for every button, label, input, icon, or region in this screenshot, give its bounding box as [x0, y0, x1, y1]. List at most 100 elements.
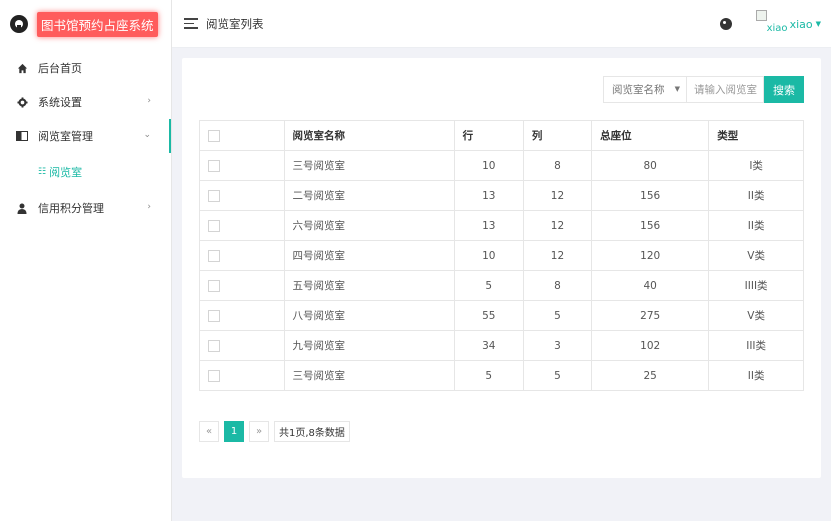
- sidebar-item-credit-mgmt[interactable]: 信用积分管理 ›: [0, 191, 171, 225]
- row-checkbox[interactable]: [208, 249, 220, 262]
- cols-cell: 12: [522, 210, 593, 241]
- sidebar: 图书馆预约占座系统 后台首页 系统设置 › 阅览室管理 ⌄ ☷ 阅览室 信用积分…: [0, 0, 172, 521]
- row-select-cell: [199, 360, 285, 391]
- table-row: 六号阅览室 13 12 156 II类: [199, 210, 804, 241]
- total-seats-cell: 40: [591, 270, 710, 301]
- total-seats-cell: 156: [591, 210, 710, 241]
- type-cell: II类: [708, 360, 804, 391]
- row-checkbox[interactable]: [208, 279, 220, 292]
- type-cell: V类: [708, 240, 804, 271]
- sidebar-item-home[interactable]: 后台首页: [0, 51, 171, 85]
- room-name-cell: 四号阅览室: [283, 240, 455, 271]
- caret-down-icon[interactable]: ▼: [816, 20, 821, 28]
- type-cell: IIII类: [708, 270, 804, 301]
- sidebar-item-label: 阅览室: [49, 166, 83, 179]
- room-name-cell: 八号阅览室: [283, 300, 455, 331]
- sidebar-item-reading-room[interactable]: ☷ 阅览室: [0, 153, 171, 191]
- total-seats-cell: 275: [591, 300, 710, 331]
- type-cell: II类: [708, 180, 804, 211]
- search-button[interactable]: 搜索: [764, 76, 804, 103]
- home-icon: [16, 62, 28, 74]
- rows-cell: 10: [453, 150, 524, 181]
- search-input[interactable]: [686, 76, 764, 103]
- content-card: 阅览室名称 ▼ 搜索 阅览室名称 行 列 总座位 类型 三号阅览室10880I类…: [182, 58, 821, 478]
- next-page-button[interactable]: »: [249, 421, 269, 442]
- type-cell: V类: [708, 300, 804, 331]
- cols-cell: 8: [522, 270, 593, 301]
- table-row: 二号阅览室 13 12 156 II类: [199, 180, 804, 211]
- palette-icon[interactable]: [719, 18, 732, 30]
- cols-cell: 5: [522, 300, 593, 331]
- book-icon: [16, 130, 28, 142]
- avatar[interactable]: xiao: [755, 10, 788, 38]
- avatar-alt-text: xiao: [766, 23, 788, 34]
- page-button[interactable]: 1: [224, 421, 244, 442]
- row-checkbox[interactable]: [208, 219, 220, 232]
- table-header-row: 阅览室名称 行 列 总座位 类型: [199, 120, 804, 151]
- table-row: 五号阅览室 5 8 40 IIII类: [199, 270, 804, 301]
- row-select-cell: [199, 330, 285, 361]
- row-select-cell: [199, 240, 285, 271]
- sidebar-item-label: 信用积分管理: [38, 202, 104, 215]
- menu-toggle-icon[interactable]: [184, 18, 198, 29]
- broken-image-icon: [755, 10, 767, 21]
- rows-cell: 55: [453, 300, 524, 331]
- chevron-down-icon: ⌄: [143, 130, 151, 140]
- caret-down-icon: ▼: [674, 85, 680, 93]
- total-seats-cell: 156: [591, 180, 710, 211]
- row-checkbox[interactable]: [208, 309, 220, 322]
- column-header: 总座位: [591, 120, 710, 151]
- type-cell: II类: [708, 210, 804, 241]
- username[interactable]: xiao: [790, 18, 813, 31]
- row-checkbox[interactable]: [208, 159, 220, 172]
- rows-cell: 5: [453, 360, 524, 391]
- sidebar-item-label: 后台首页: [38, 62, 82, 75]
- search-field-label: 阅览室名称: [612, 84, 665, 96]
- table-row: 九号阅览室 34 3 102 III类: [199, 330, 804, 361]
- room-name-cell: 九号阅览室: [283, 330, 455, 361]
- row-select-cell: [199, 180, 285, 211]
- github-icon: [10, 15, 28, 33]
- rows-cell: 10: [453, 240, 524, 271]
- sidebar-item-settings[interactable]: 系统设置 ›: [0, 85, 171, 119]
- grid-icon: ☷: [38, 167, 47, 177]
- top-bar: 阅览室列表 xiao xiao ▼: [172, 0, 831, 48]
- row-checkbox[interactable]: [208, 339, 220, 352]
- sidebar-menu: 后台首页 系统设置 › 阅览室管理 ⌄ ☷ 阅览室 信用积分管理 ›: [0, 51, 171, 225]
- pagination-info: 共1页,8条数据: [274, 421, 350, 442]
- table-row: 四号阅览室 10 12 120 V类: [199, 240, 804, 271]
- chevron-right-icon: ›: [147, 96, 151, 106]
- row-checkbox[interactable]: [208, 369, 220, 382]
- room-name-cell: 二号阅览室: [283, 180, 455, 211]
- page-title: 阅览室列表: [206, 16, 264, 31]
- select-all-cell: [199, 120, 285, 151]
- gear-icon: [16, 96, 28, 108]
- chevron-right-icon: ›: [147, 202, 151, 212]
- table-row: 八号阅览室 55 5 275 V类: [199, 300, 804, 331]
- cols-cell: 5: [522, 360, 593, 391]
- sidebar-item-reading-room-mgmt[interactable]: 阅览室管理 ⌄: [0, 119, 171, 153]
- cols-cell: 12: [522, 180, 593, 211]
- cols-cell: 3: [522, 330, 593, 361]
- cols-cell: 12: [522, 240, 593, 271]
- type-cell: III类: [708, 330, 804, 361]
- sidebar-item-label: 阅览室管理: [38, 130, 93, 143]
- brand[interactable]: 图书馆预约占座系统: [0, 0, 171, 48]
- reading-room-table: 阅览室名称 行 列 总座位 类型 三号阅览室 10 8 80 I类 二号阅览室 13 12 15…: [199, 120, 804, 391]
- row-checkbox[interactable]: [208, 189, 220, 202]
- column-header: 列: [522, 120, 593, 151]
- prev-page-button[interactable]: «: [199, 421, 219, 442]
- select-all-checkbox[interactable]: [208, 129, 220, 142]
- table-row: 三号阅览室 5 5 25 II类: [199, 360, 804, 391]
- type-cell: I类: [708, 150, 804, 181]
- room-name-cell: 五号阅览室: [283, 270, 455, 301]
- column-header: 行: [453, 120, 524, 151]
- pagination: « 1 » 共1页,8条数据: [199, 421, 355, 442]
- column-header: 阅览室名称: [283, 120, 455, 151]
- row-select-cell: [199, 270, 285, 301]
- search-field-select[interactable]: 阅览室名称 ▼: [603, 76, 686, 103]
- table-row: 三号阅览室 10 8 80 I类: [199, 150, 804, 181]
- user-icon: [16, 202, 28, 214]
- total-seats-cell: 120: [591, 240, 710, 271]
- room-name-cell: 三号阅览室: [283, 360, 455, 391]
